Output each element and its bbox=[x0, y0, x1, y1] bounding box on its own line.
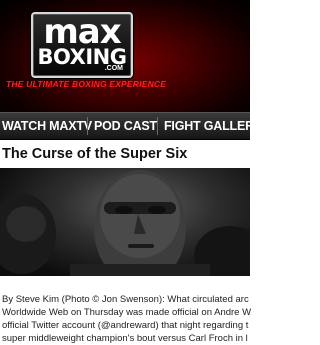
article-body: By Steve Kim (Photo © Jon Swenson): What… bbox=[2, 293, 302, 345]
nav-item-watch-maxtv[interactable]: WATCH MAXTV bbox=[2, 118, 92, 134]
main-nav: WATCH MAXTV POD CAST FIGHT GALLERIES bbox=[0, 112, 250, 140]
logo-text-com: .COM bbox=[104, 65, 123, 72]
article-body-line: super middleweight champion's bout versu… bbox=[2, 333, 248, 344]
article-body-line: By Steve Kim (Photo © Jon Swenson): What… bbox=[2, 294, 249, 305]
article-photo bbox=[0, 168, 250, 276]
nav-divider bbox=[157, 117, 158, 135]
article-body-line: Worldwide Web on Thursday was made offic… bbox=[2, 307, 252, 318]
site-tagline: THE ULTIMATE BOXING EXPERIENCE bbox=[6, 79, 167, 89]
logo-text-boxing: BOXING bbox=[37, 45, 127, 69]
nav-item-pod-cast[interactable]: POD CAST bbox=[94, 118, 157, 134]
nav-divider bbox=[87, 117, 88, 135]
nav-item-fight-galleries[interactable]: FIGHT GALLERIES bbox=[164, 118, 250, 134]
article-body-line: official Twitter account (@andreward) th… bbox=[2, 320, 249, 331]
boxer-portrait-image bbox=[0, 170, 250, 276]
site-header: max BOXING .COM THE ULTIMATE BOXING EXPE… bbox=[0, 0, 250, 112]
site-logo[interactable]: max BOXING .COM bbox=[31, 12, 133, 78]
article-title: The Curse of the Super Six bbox=[2, 146, 188, 162]
